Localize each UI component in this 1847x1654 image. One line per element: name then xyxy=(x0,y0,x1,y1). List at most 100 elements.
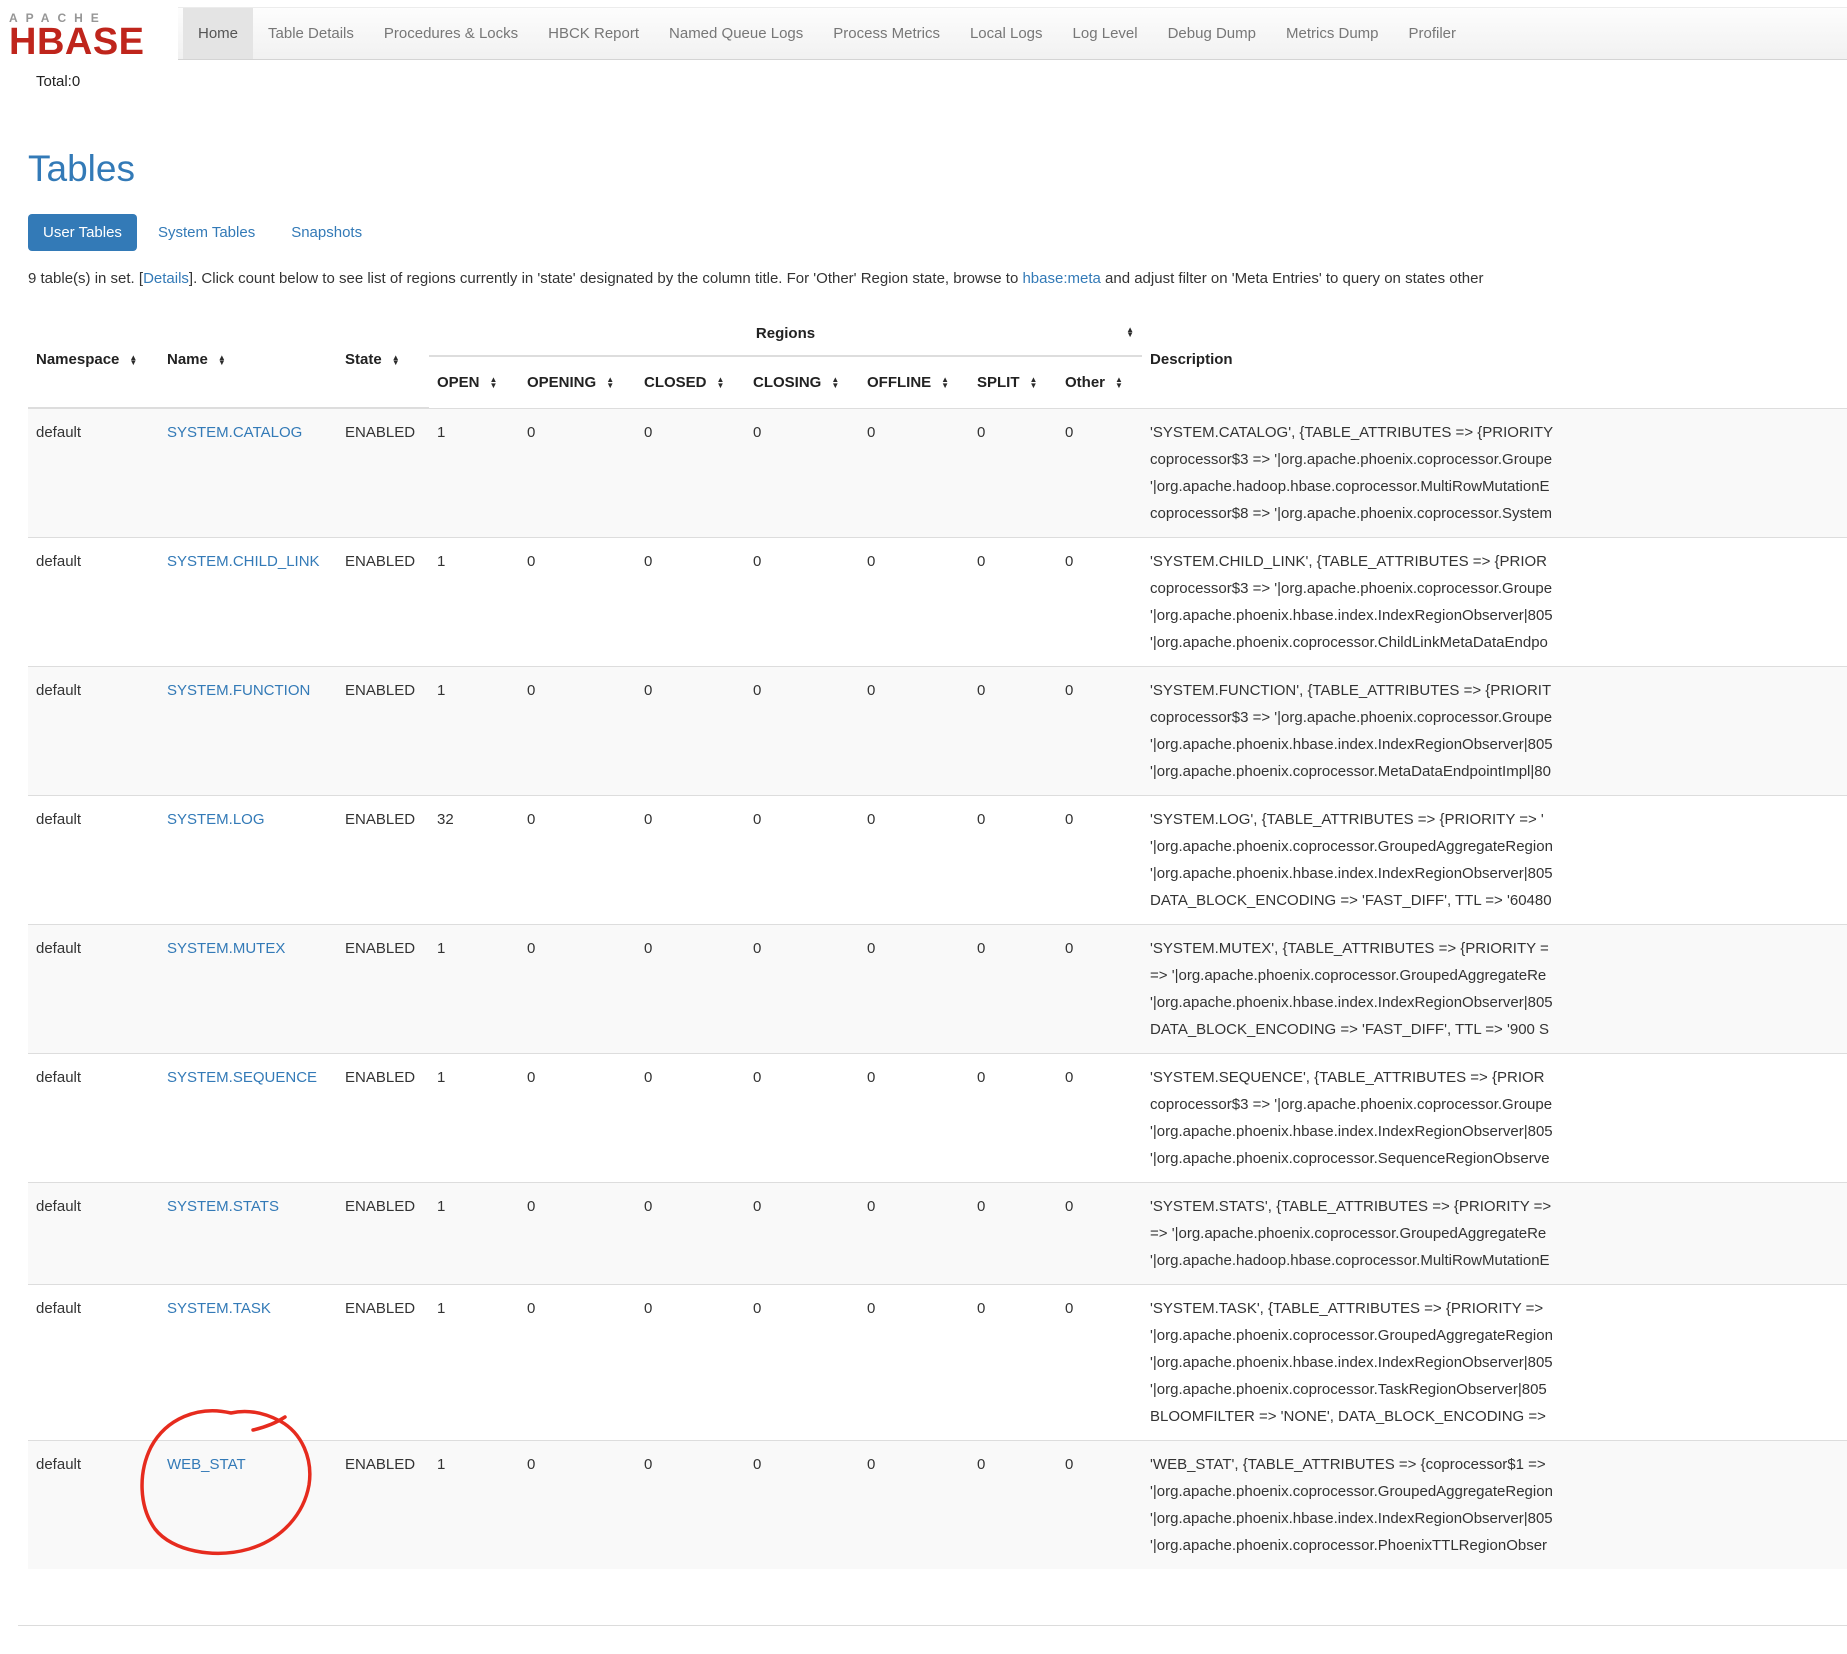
nav-item-log-level[interactable]: Log Level xyxy=(1058,8,1153,59)
table-name-link-system-task[interactable]: SYSTEM.TASK xyxy=(167,1300,271,1317)
cell-count-split[interactable]: 0 xyxy=(969,924,1057,1053)
cell-count-closed[interactable]: 0 xyxy=(636,666,745,795)
cell-count-offline[interactable]: 0 xyxy=(859,537,969,666)
cell-count-split[interactable]: 0 xyxy=(969,795,1057,924)
cell-count-opening[interactable]: 0 xyxy=(519,924,636,1053)
sort-icon[interactable]: ▲▼ xyxy=(941,377,949,388)
table-name-link-system-catalog[interactable]: SYSTEM.CATALOG xyxy=(167,424,302,441)
cell-count-other[interactable]: 0 xyxy=(1057,666,1142,795)
cell-count-closing[interactable]: 0 xyxy=(745,1284,859,1440)
cell-count-closed[interactable]: 0 xyxy=(636,795,745,924)
cell-count-opening[interactable]: 0 xyxy=(519,537,636,666)
cell-count-split[interactable]: 0 xyxy=(969,1182,1057,1284)
cell-count-closed[interactable]: 0 xyxy=(636,924,745,1053)
cell-count-other[interactable]: 0 xyxy=(1057,795,1142,924)
nav-item-home[interactable]: Home xyxy=(183,8,253,59)
table-name-link-system-function[interactable]: SYSTEM.FUNCTION xyxy=(167,682,310,699)
sort-icon[interactable]: ▲▼ xyxy=(392,355,400,366)
table-name-link-system-log[interactable]: SYSTEM.LOG xyxy=(167,811,265,828)
cell-count-open[interactable]: 1 xyxy=(429,408,519,537)
cell-count-open[interactable]: 1 xyxy=(429,1053,519,1182)
hbase-logo[interactable]: APACHE HBASE xyxy=(0,1,178,69)
cell-count-offline[interactable]: 0 xyxy=(859,1440,969,1569)
cell-count-offline[interactable]: 0 xyxy=(859,1284,969,1440)
tab-snapshots[interactable]: Snapshots xyxy=(276,214,377,251)
cell-count-opening[interactable]: 0 xyxy=(519,1053,636,1182)
nav-item-local-logs[interactable]: Local Logs xyxy=(955,8,1058,59)
table-name-link-system-mutex[interactable]: SYSTEM.MUTEX xyxy=(167,940,285,957)
cell-count-offline[interactable]: 0 xyxy=(859,666,969,795)
cell-count-open[interactable]: 1 xyxy=(429,924,519,1053)
table-name-link-system-stats[interactable]: SYSTEM.STATS xyxy=(167,1198,279,1215)
cell-count-offline[interactable]: 0 xyxy=(859,1053,969,1182)
cell-count-closed[interactable]: 0 xyxy=(636,537,745,666)
nav-item-named-queue-logs[interactable]: Named Queue Logs xyxy=(654,8,818,59)
sort-icon[interactable]: ▲▼ xyxy=(1115,377,1123,388)
sort-icon[interactable]: ▲▼ xyxy=(1126,327,1134,338)
table-name-link-web-stat[interactable]: WEB_STAT xyxy=(167,1456,246,1473)
nav-item-profiler[interactable]: Profiler xyxy=(1394,8,1472,59)
cell-count-split[interactable]: 0 xyxy=(969,537,1057,666)
cell-count-split[interactable]: 0 xyxy=(969,1053,1057,1182)
nav-item-hbck-report[interactable]: HBCK Report xyxy=(533,8,654,59)
sort-icon[interactable]: ▲▼ xyxy=(490,377,498,388)
cell-count-closed[interactable]: 0 xyxy=(636,408,745,537)
cell-count-closed[interactable]: 0 xyxy=(636,1440,745,1569)
hbase-meta-link[interactable]: hbase:meta xyxy=(1022,270,1100,287)
table-name-link-system-sequence[interactable]: SYSTEM.SEQUENCE xyxy=(167,1069,317,1086)
cell-count-open[interactable]: 1 xyxy=(429,666,519,795)
cell-count-open[interactable]: 1 xyxy=(429,1440,519,1569)
nav-item-debug-dump[interactable]: Debug Dump xyxy=(1153,8,1271,59)
cell-count-closing[interactable]: 0 xyxy=(745,408,859,537)
cell-count-other[interactable]: 0 xyxy=(1057,1284,1142,1440)
cell-count-opening[interactable]: 0 xyxy=(519,1182,636,1284)
cell-count-closed[interactable]: 0 xyxy=(636,1284,745,1440)
cell-count-opening[interactable]: 0 xyxy=(519,1440,636,1569)
nav-item-process-metrics[interactable]: Process Metrics xyxy=(818,8,955,59)
cell-count-split[interactable]: 0 xyxy=(969,666,1057,795)
sort-icon[interactable]: ▲▼ xyxy=(218,355,226,366)
cell-count-split[interactable]: 0 xyxy=(969,1440,1057,1569)
cell-count-offline[interactable]: 0 xyxy=(859,924,969,1053)
cell-count-other[interactable]: 0 xyxy=(1057,924,1142,1053)
cell-count-offline[interactable]: 0 xyxy=(859,795,969,924)
nav-item-metrics-dump[interactable]: Metrics Dump xyxy=(1271,8,1394,59)
cell-count-other[interactable]: 0 xyxy=(1057,537,1142,666)
sort-icon[interactable]: ▲▼ xyxy=(717,377,725,388)
cell-count-other[interactable]: 0 xyxy=(1057,1182,1142,1284)
cell-count-closing[interactable]: 0 xyxy=(745,666,859,795)
sort-icon[interactable]: ▲▼ xyxy=(1030,377,1038,388)
sort-icon[interactable]: ▲▼ xyxy=(606,377,614,388)
cell-count-split[interactable]: 0 xyxy=(969,408,1057,537)
cell-count-closing[interactable]: 0 xyxy=(745,1053,859,1182)
cell-count-offline[interactable]: 0 xyxy=(859,408,969,537)
details-link[interactable]: Details xyxy=(143,270,189,287)
cell-count-open[interactable]: 32 xyxy=(429,795,519,924)
cell-count-opening[interactable]: 0 xyxy=(519,408,636,537)
cell-count-other[interactable]: 0 xyxy=(1057,408,1142,537)
cell-count-closing[interactable]: 0 xyxy=(745,1182,859,1284)
cell-count-opening[interactable]: 0 xyxy=(519,795,636,924)
cell-count-other[interactable]: 0 xyxy=(1057,1053,1142,1182)
tab-system-tables[interactable]: System Tables xyxy=(143,214,270,251)
cell-count-opening[interactable]: 0 xyxy=(519,1284,636,1440)
cell-count-open[interactable]: 1 xyxy=(429,1182,519,1284)
cell-count-opening[interactable]: 0 xyxy=(519,666,636,795)
cell-count-open[interactable]: 1 xyxy=(429,537,519,666)
cell-count-closed[interactable]: 0 xyxy=(636,1053,745,1182)
cell-count-closing[interactable]: 0 xyxy=(745,795,859,924)
sort-icon[interactable]: ▲▼ xyxy=(129,355,137,366)
cell-count-closing[interactable]: 0 xyxy=(745,924,859,1053)
cell-count-closing[interactable]: 0 xyxy=(745,1440,859,1569)
cell-count-closing[interactable]: 0 xyxy=(745,537,859,666)
cell-count-split[interactable]: 0 xyxy=(969,1284,1057,1440)
nav-item-procedures-locks[interactable]: Procedures & Locks xyxy=(369,8,533,59)
cell-count-offline[interactable]: 0 xyxy=(859,1182,969,1284)
cell-count-open[interactable]: 1 xyxy=(429,1284,519,1440)
table-name-link-system-child-link[interactable]: SYSTEM.CHILD_LINK xyxy=(167,553,320,570)
cell-count-other[interactable]: 0 xyxy=(1057,1440,1142,1569)
cell-count-closed[interactable]: 0 xyxy=(636,1182,745,1284)
sort-icon[interactable]: ▲▼ xyxy=(831,377,839,388)
nav-item-table-details[interactable]: Table Details xyxy=(253,8,369,59)
tab-user-tables[interactable]: User Tables xyxy=(28,214,137,251)
